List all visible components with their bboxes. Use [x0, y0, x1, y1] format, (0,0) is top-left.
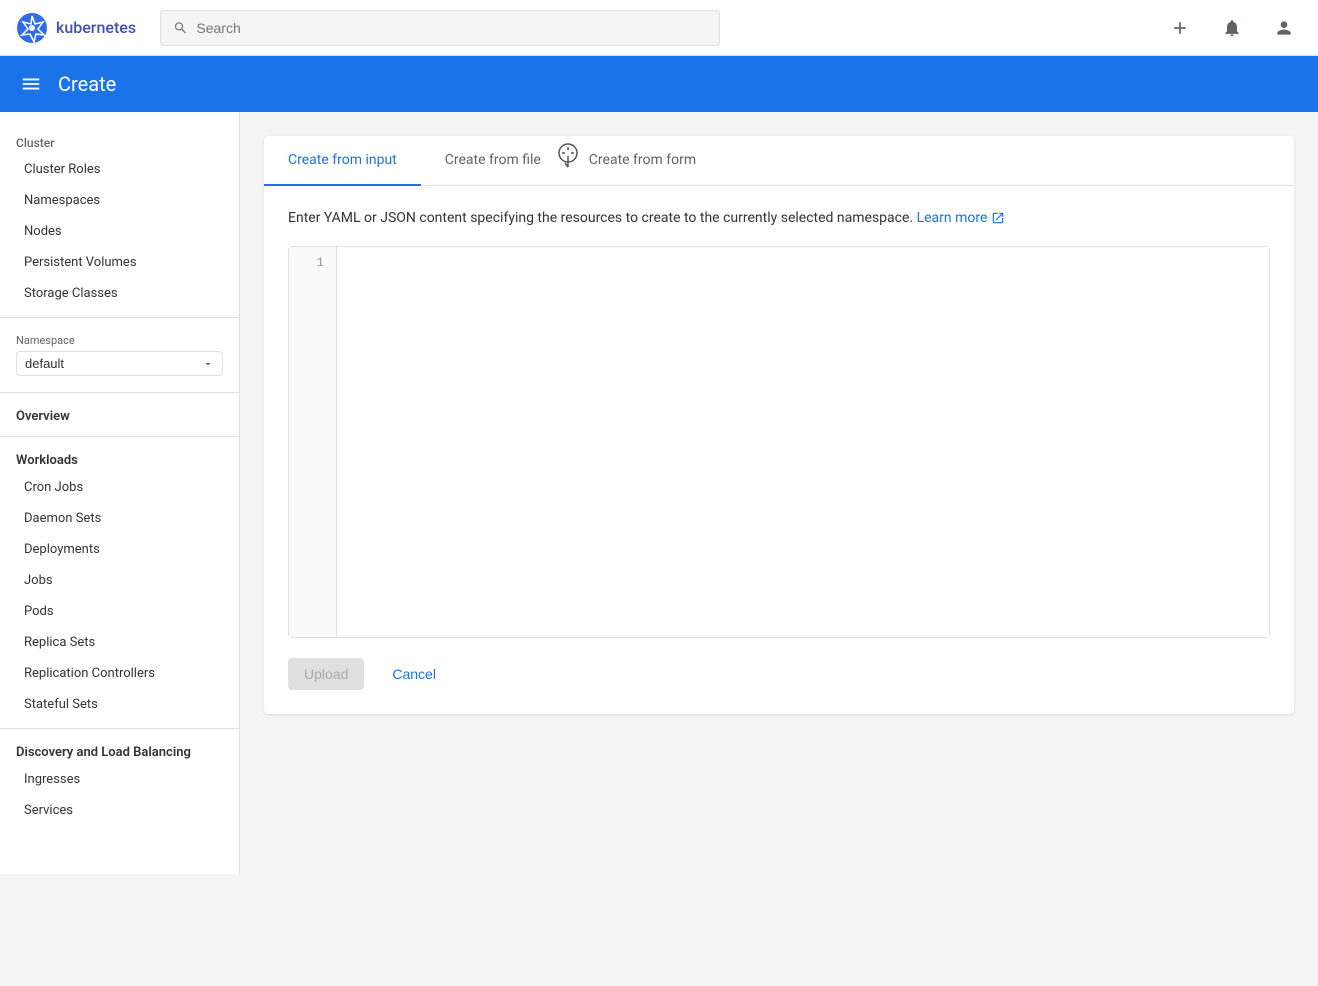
sidebar-item-replica-sets[interactable]: Replica Sets	[0, 627, 239, 658]
sidebar-divider-2	[0, 392, 239, 393]
namespace-select[interactable]: default kube-system kube-public	[16, 351, 223, 376]
sidebar-item-deployments[interactable]: Deployments	[0, 534, 239, 565]
bell-icon	[1222, 18, 1242, 38]
page-header: Create	[0, 56, 1318, 112]
sidebar-item-stateful-sets[interactable]: Stateful Sets	[0, 689, 239, 720]
cluster-section-title: Cluster	[0, 128, 239, 154]
info-text: Enter YAML or JSON content specifying th…	[288, 210, 1270, 226]
sidebar-item-daemon-sets[interactable]: Daemon Sets	[0, 503, 239, 534]
main-content: Create from input Create from file	[240, 112, 1318, 874]
cancel-button[interactable]: Cancel	[376, 658, 452, 690]
search-bar[interactable]	[160, 10, 720, 46]
namespace-section: Namespace default kube-system kube-publi…	[0, 326, 239, 384]
code-editor[interactable]: 1	[288, 246, 1270, 638]
menu-button[interactable]	[20, 73, 42, 95]
brand-logo: kubernetes	[16, 12, 136, 44]
account-button[interactable]	[1266, 10, 1302, 46]
sidebar-item-cluster-roles[interactable]: Cluster Roles	[0, 154, 239, 185]
action-buttons: Upload Cancel	[288, 658, 1270, 690]
sidebar-divider-1	[0, 317, 239, 318]
sidebar: Cluster Cluster Roles Namespaces Nodes P…	[0, 112, 240, 874]
search-input[interactable]	[196, 20, 707, 36]
line-number-1: 1	[301, 255, 324, 270]
learn-more-link[interactable]: Learn more	[917, 210, 1006, 226]
tab-body-create-input: Enter YAML or JSON content specifying th…	[264, 186, 1294, 714]
tab-create-file[interactable]: Create from file	[421, 136, 565, 186]
overview-section-title: Overview	[0, 401, 239, 428]
code-textarea[interactable]	[337, 247, 1269, 637]
search-icon	[173, 20, 188, 36]
top-navigation: kubernetes	[0, 0, 1318, 56]
external-link-icon	[991, 211, 1005, 225]
account-icon	[1274, 18, 1294, 38]
upload-button: Upload	[288, 658, 364, 690]
top-actions	[1162, 10, 1302, 46]
sidebar-item-replication-controllers[interactable]: Replication Controllers	[0, 658, 239, 689]
plus-icon	[1170, 18, 1190, 38]
kubernetes-logo-icon	[16, 12, 48, 44]
app-body: Cluster Cluster Roles Namespaces Nodes P…	[0, 112, 1318, 874]
add-button[interactable]	[1162, 10, 1198, 46]
tabs-header: Create from input Create from file	[264, 136, 1294, 186]
sidebar-item-services[interactable]: Services	[0, 795, 239, 826]
discovery-section-title: Discovery and Load Balancing	[0, 737, 239, 764]
tab-create-form[interactable]: Create from form	[565, 136, 720, 186]
sidebar-item-nodes[interactable]: Nodes	[0, 216, 239, 247]
namespace-label: Namespace	[16, 334, 223, 347]
hamburger-icon	[20, 73, 42, 95]
sidebar-item-pods[interactable]: Pods	[0, 596, 239, 627]
sidebar-item-cron-jobs[interactable]: Cron Jobs	[0, 472, 239, 503]
sidebar-item-jobs[interactable]: Jobs	[0, 565, 239, 596]
sidebar-item-ingresses[interactable]: Ingresses	[0, 764, 239, 795]
sidebar-divider-4	[0, 728, 239, 729]
sidebar-item-storage-classes[interactable]: Storage Classes	[0, 278, 239, 309]
page-title: Create	[58, 72, 116, 96]
sidebar-item-persistent-volumes[interactable]: Persistent Volumes	[0, 247, 239, 278]
tabs-panel: Create from input Create from file	[264, 136, 1294, 714]
sidebar-divider-3	[0, 436, 239, 437]
tab-create-input[interactable]: Create from input	[264, 136, 421, 186]
line-numbers: 1	[289, 247, 337, 637]
workloads-section-title: Workloads	[0, 445, 239, 472]
notifications-button[interactable]	[1214, 10, 1250, 46]
brand-name: kubernetes	[56, 18, 136, 37]
sidebar-item-namespaces[interactable]: Namespaces	[0, 185, 239, 216]
